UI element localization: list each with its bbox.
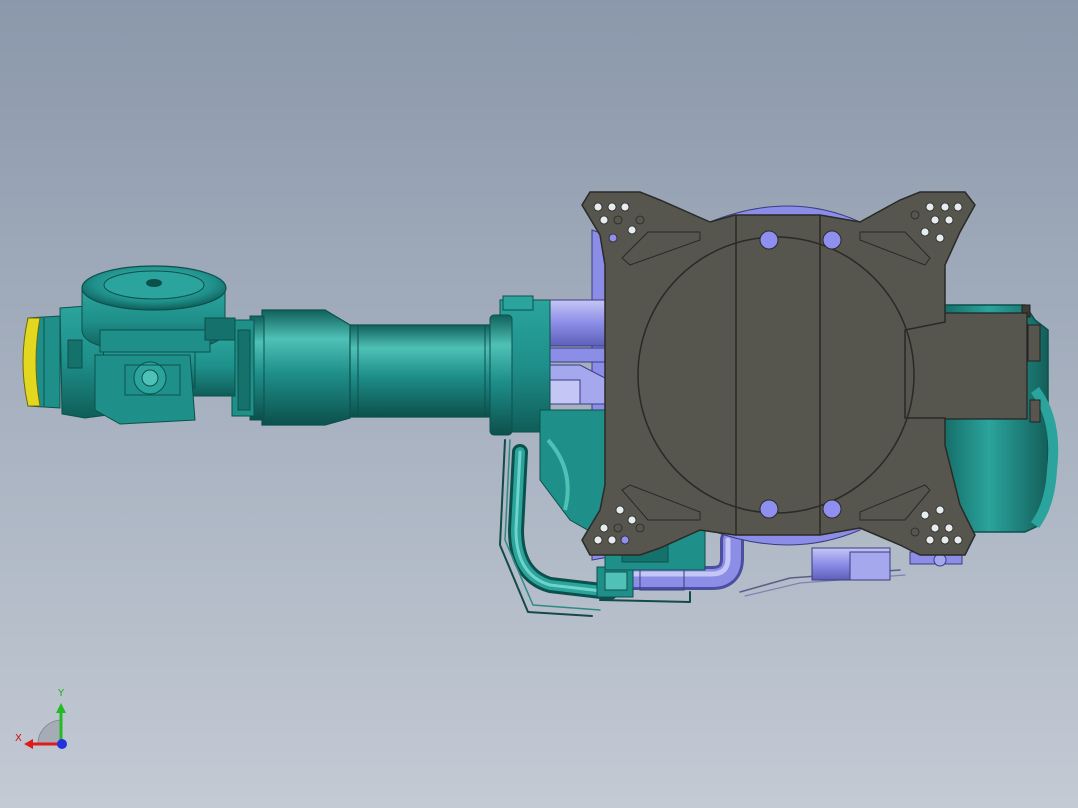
y-axis-label: Y [58, 688, 65, 699]
junction-box[interactable] [904, 312, 1028, 420]
forearm-tube[interactable] [249, 309, 513, 436]
mount-hole [759, 230, 779, 250]
mount-hole [822, 230, 842, 250]
cad-viewport[interactable]: Y X [0, 0, 1078, 808]
x-axis-label: X [15, 733, 22, 744]
cad-scene[interactable] [0, 0, 1078, 808]
mount-hole [759, 499, 779, 519]
z-axis-dot [57, 739, 67, 749]
end-flange[interactable] [22, 315, 61, 409]
wrist-motor-cap[interactable] [81, 265, 236, 353]
mount-hole [822, 499, 842, 519]
